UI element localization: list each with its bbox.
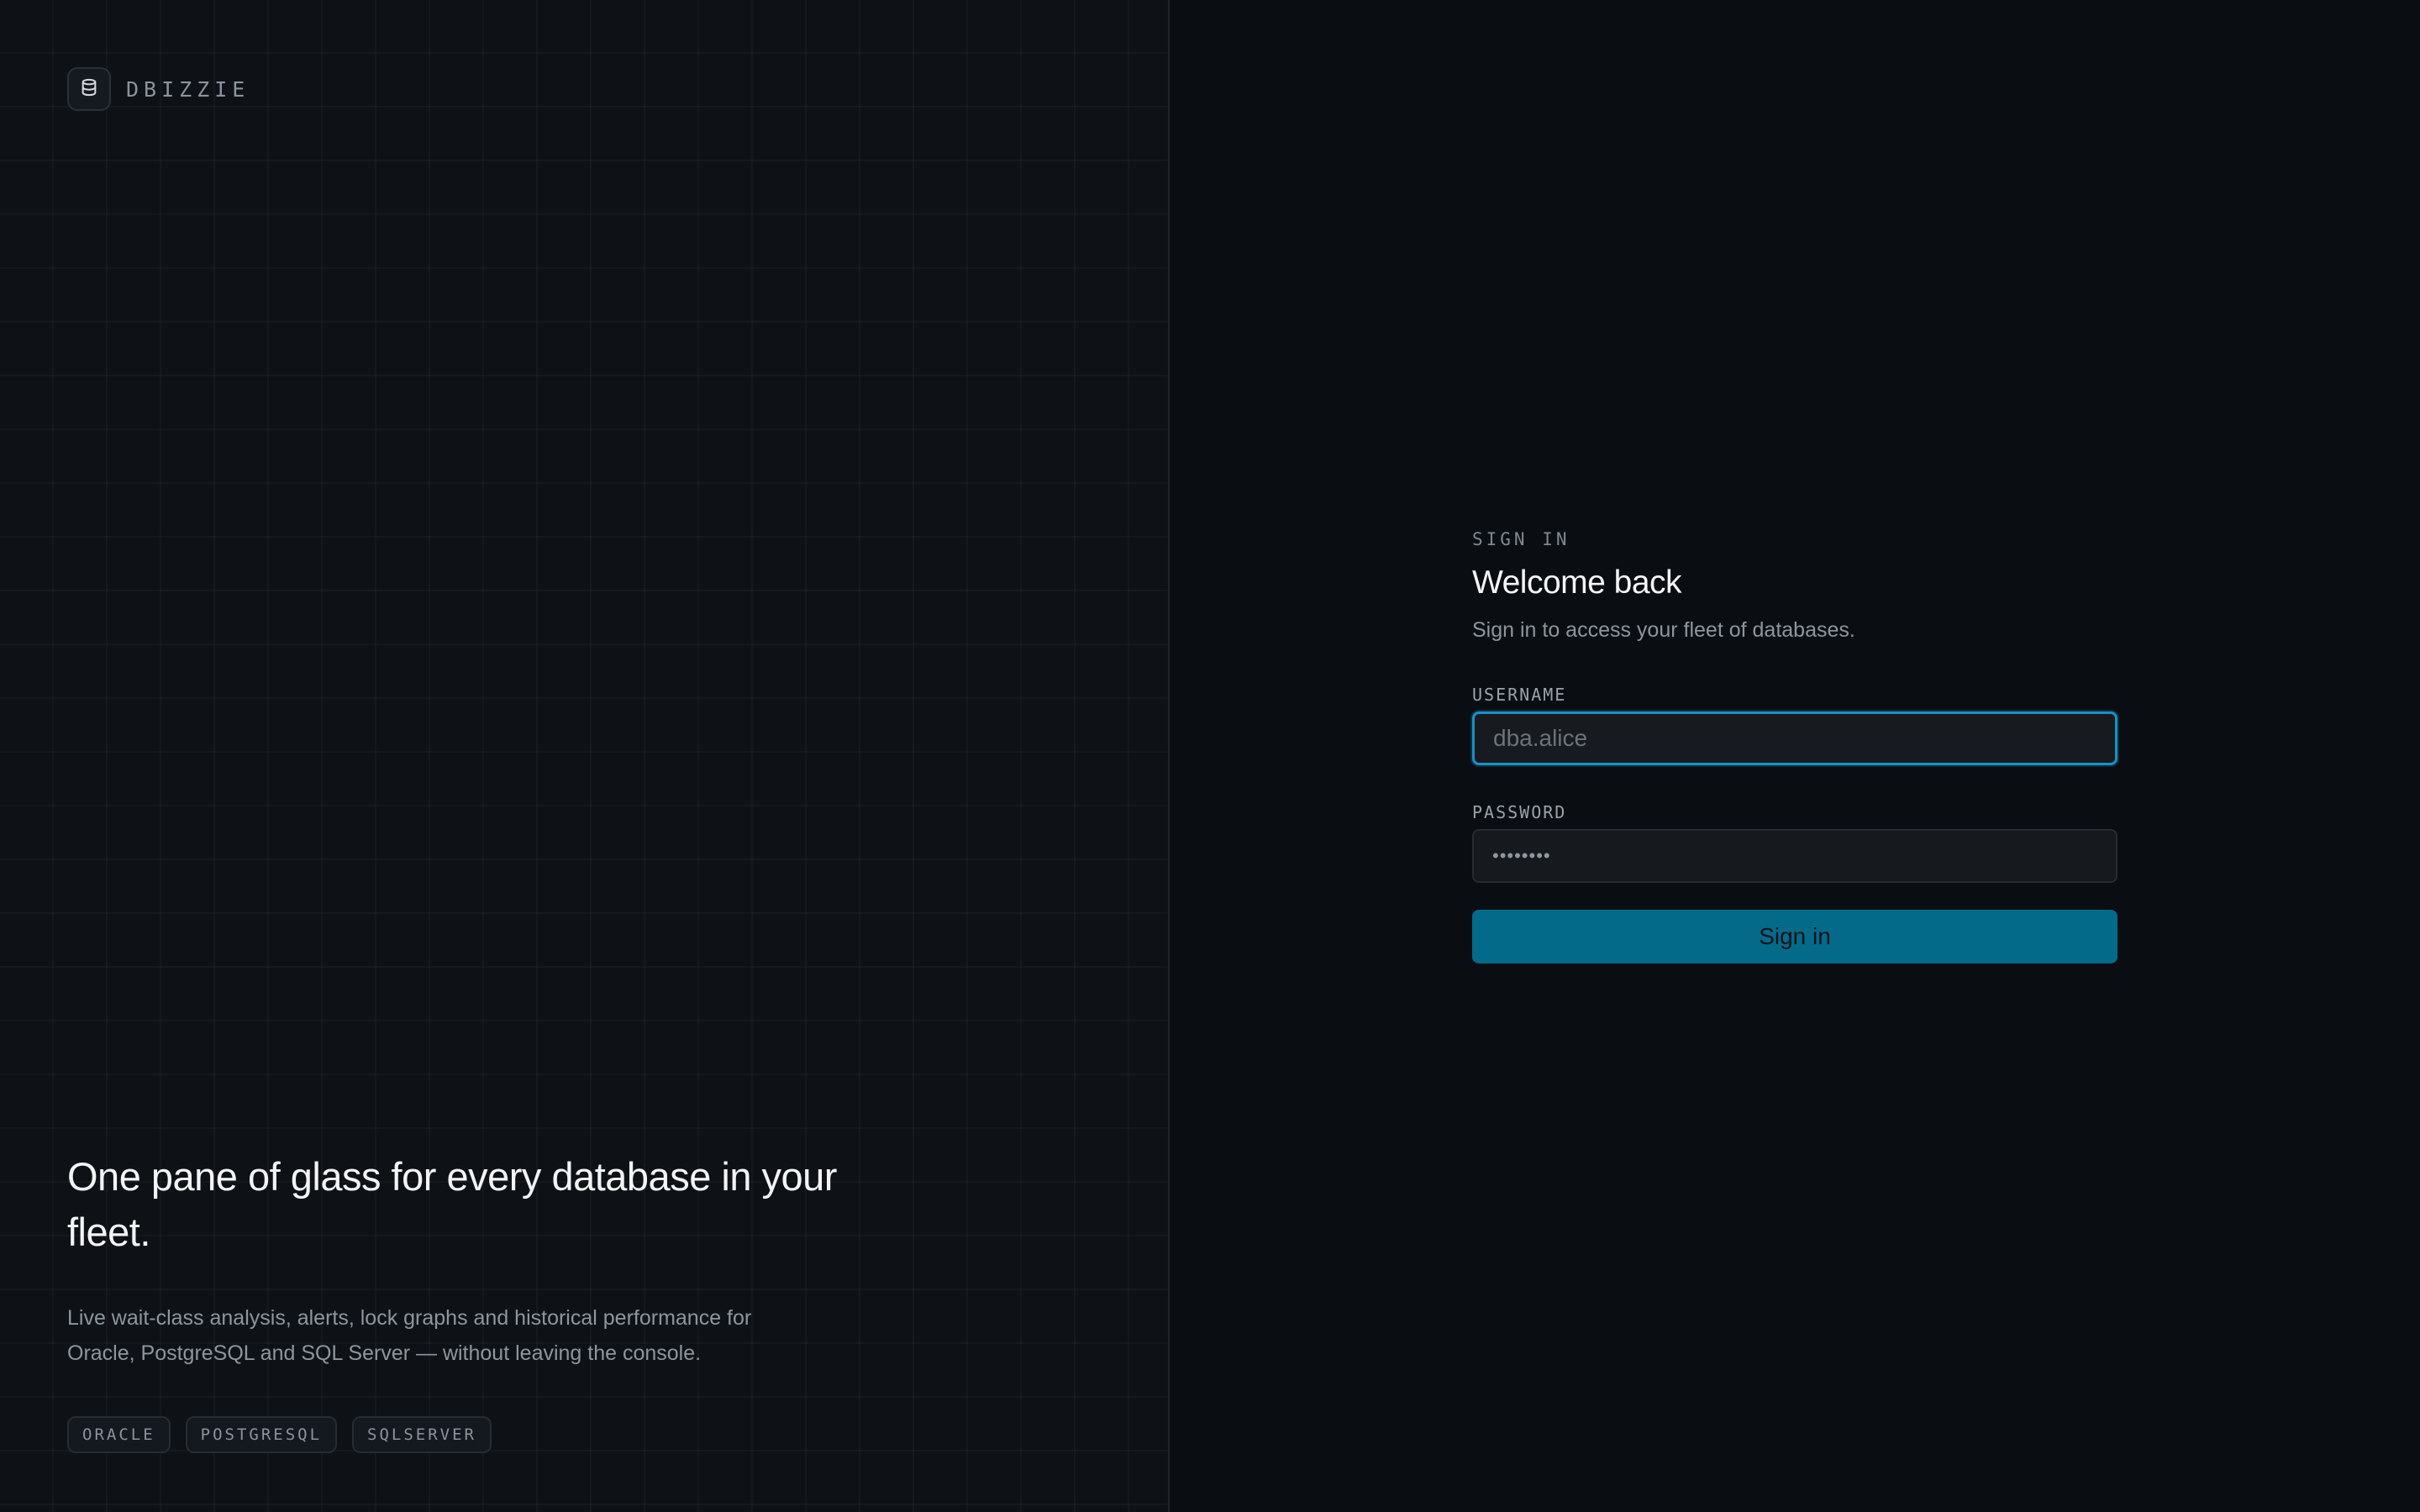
password-field-group: PASSWORD — [1472, 802, 2118, 883]
login-page: DBIZZIE One pane of glass for every data… — [0, 0, 2420, 1512]
tag-postgresql: POSTGRESQL — [185, 1416, 338, 1453]
brand-name: DBIZZIE — [126, 76, 250, 102]
username-input[interactable] — [1472, 711, 2118, 765]
brand-panel: DBIZZIE One pane of glass for every data… — [0, 0, 1170, 1512]
password-label: PASSWORD — [1472, 802, 1567, 822]
signin-subtitle: Sign in to access your fleet of database… — [1472, 618, 1855, 642]
password-input[interactable] — [1472, 829, 2118, 883]
tag-oracle: ORACLE — [67, 1416, 171, 1453]
hero: One pane of glass for every database in … — [67, 1149, 874, 1453]
signin-button[interactable]: Sign in — [1472, 910, 2118, 963]
engine-tags: ORACLE POSTGRESQL SQLSERVER — [67, 1416, 874, 1453]
brand: DBIZZIE — [67, 67, 250, 111]
hero-title: One pane of glass for every database in … — [67, 1154, 837, 1254]
username-label: USERNAME — [1472, 685, 1567, 705]
signin-title: Welcome back — [1472, 564, 1682, 601]
signin-form: SIGN IN Welcome back Sign in to access y… — [1472, 529, 2118, 963]
hero-description: Live wait-class analysis, alerts, lock g… — [67, 1306, 752, 1365]
database-icon — [80, 78, 98, 101]
signin-eyebrow: SIGN IN — [1472, 529, 1570, 549]
username-field-group: USERNAME — [1472, 685, 2118, 765]
signin-panel: SIGN IN Welcome back Sign in to access y… — [1170, 0, 2420, 1512]
brand-logo — [67, 67, 111, 111]
tag-sqlserver: SQLSERVER — [352, 1416, 492, 1453]
